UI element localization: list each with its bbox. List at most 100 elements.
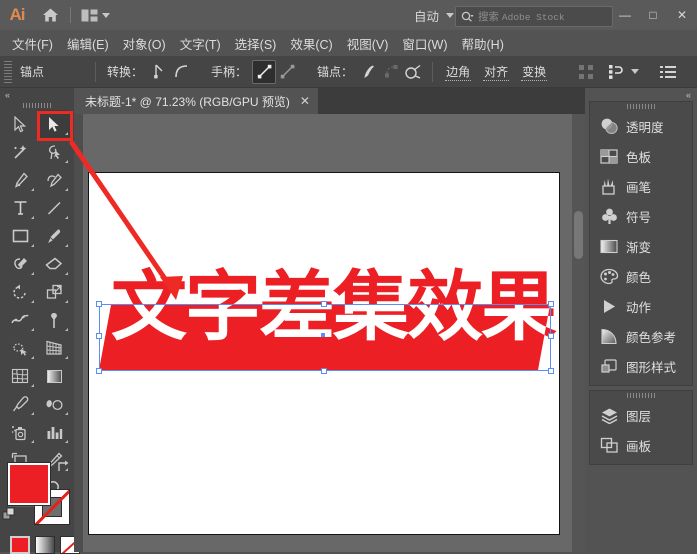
tool-lasso[interactable] [37, 138, 71, 166]
menu-window[interactable]: 窗口(W) [395, 31, 454, 56]
menu-file[interactable]: 文件(F) [5, 31, 60, 56]
panel-item-layers[interactable]: 图层 [590, 400, 692, 430]
transform-link[interactable]: 变换 [521, 63, 547, 81]
home-icon[interactable] [34, 0, 66, 30]
tool-gradient[interactable] [37, 362, 71, 390]
tool-pen[interactable] [3, 166, 37, 194]
brushes-icon [600, 177, 619, 196]
panel-item-label: 颜色参考 [626, 327, 676, 346]
selection-bounding-box[interactable] [99, 304, 551, 371]
document-tab-close-icon[interactable]: ✕ [300, 94, 310, 108]
panel-item-symbols[interactable]: 符号 [590, 201, 692, 231]
minimize-button[interactable]: — [611, 0, 639, 30]
tool-magic-wand[interactable] [3, 138, 37, 166]
tool-symbol-sprayer[interactable] [3, 418, 37, 446]
tool-mesh[interactable] [3, 362, 37, 390]
artwork-group[interactable]: 文字差集效果 文字差集效果 [89, 173, 559, 534]
panel-item-gradient[interactable]: 渐变 [590, 231, 692, 261]
selection-handle-br[interactable] [548, 368, 554, 374]
anchor-connect-icon[interactable] [380, 61, 402, 83]
maximize-button[interactable]: □ [639, 0, 667, 30]
panel-group-1-grip[interactable] [590, 102, 692, 111]
handle-label: 手柄： [206, 63, 252, 80]
menu-type[interactable]: 文字(T) [173, 31, 228, 56]
selection-handle-bl[interactable] [96, 368, 102, 374]
handle-hide-icon[interactable] [276, 61, 298, 83]
panel-item-color-guide[interactable]: 颜色参考 [590, 321, 692, 351]
control-bar-grip[interactable] [4, 61, 12, 83]
right-panel-dock: « 透明度 色板 画笔 符号 渐变 [585, 88, 697, 552]
menu-edit[interactable]: 编辑(E) [60, 31, 116, 56]
tool-rectangle[interactable] [3, 222, 37, 250]
tool-direct-selection[interactable] [37, 110, 71, 138]
selection-handle-tl[interactable] [96, 301, 102, 307]
panel-group-2-grip[interactable] [590, 391, 692, 400]
tool-width[interactable] [3, 306, 37, 334]
chevron-down-icon[interactable] [631, 69, 639, 74]
tool-perspective-grid[interactable] [37, 334, 71, 362]
arrange-objects-icon[interactable] [605, 61, 627, 83]
selection-handle-mr[interactable] [548, 333, 554, 339]
convert-to-corner-icon[interactable] [148, 61, 170, 83]
tool-eyedropper[interactable] [3, 390, 37, 418]
menu-effect[interactable]: 效果(C) [283, 31, 339, 56]
artboard[interactable]: 文字差集效果 文字差集效果 [88, 172, 560, 535]
panel-item-swatches[interactable]: 色板 [590, 141, 692, 171]
tool-eraser[interactable] [37, 250, 71, 278]
anchor-cut-icon[interactable] [402, 61, 424, 83]
selection-handle-tc[interactable] [321, 301, 327, 307]
panel-menu-icon[interactable] [657, 61, 679, 83]
convert-to-smooth-icon[interactable] [170, 61, 192, 83]
panel-grip[interactable] [0, 101, 74, 110]
selection-handle-ml[interactable] [96, 333, 102, 339]
align-grid-icon[interactable] [575, 61, 597, 83]
tool-selection[interactable] [3, 110, 37, 138]
handle-show-icon[interactable] [252, 60, 276, 84]
vertical-scroll-thumb[interactable] [574, 211, 583, 259]
expand-panels-icon[interactable]: « [585, 88, 697, 101]
tool-shape-builder[interactable] [3, 334, 37, 362]
panel-item-actions[interactable]: 动作 [590, 291, 692, 321]
tool-line-segment[interactable] [37, 194, 71, 222]
panel-item-graphic-styles[interactable]: 图形样式 [590, 351, 692, 381]
tool-rotate[interactable] [3, 278, 37, 306]
menu-view[interactable]: 视图(V) [340, 31, 396, 56]
tool-column-graph[interactable] [37, 418, 71, 446]
default-fill-stroke-icon[interactable] [2, 507, 18, 523]
panel-item-brushes[interactable]: 画笔 [590, 171, 692, 201]
tool-blend[interactable] [37, 390, 71, 418]
color-mode-button[interactable] [10, 536, 30, 554]
gradient-mode-button[interactable] [35, 536, 55, 554]
menu-object[interactable]: 对象(O) [116, 31, 173, 56]
search-input[interactable]: 搜索 Adobe Stock [455, 6, 613, 27]
selection-handle-tr[interactable] [548, 301, 554, 307]
canvas-area[interactable]: 文字差集效果 文字差集效果 [74, 114, 585, 552]
menu-select[interactable]: 选择(S) [228, 31, 284, 56]
tool-shaper[interactable] [3, 250, 37, 278]
panel-item-artboards[interactable]: 画板 [590, 430, 692, 460]
fill-swatch[interactable] [8, 463, 50, 505]
canvas-vertical-scrollbar[interactable] [572, 114, 585, 552]
document-tab[interactable]: 未标题-1* @ 71.23% (RGB/GPU 预览) ✕ [74, 88, 318, 114]
close-button[interactable]: ✕ [667, 0, 697, 30]
panel-item-transparency[interactable]: 透明度 [590, 111, 692, 141]
arrange-documents-button[interactable] [75, 0, 116, 30]
tool-flyout-indicator [31, 272, 34, 275]
align-link[interactable]: 对齐 [483, 63, 509, 81]
tool-free-transform[interactable] [37, 306, 71, 334]
tool-flyout-indicator [31, 188, 34, 191]
tool-scale[interactable] [37, 278, 71, 306]
corner-link[interactable]: 边角 [445, 63, 471, 81]
selection-handle-bc[interactable] [321, 368, 327, 374]
tool-curvature[interactable] [37, 166, 71, 194]
titlebar-divider [70, 7, 71, 23]
collapse-panel-icon[interactable]: « [0, 88, 74, 101]
tool-paintbrush[interactable] [37, 222, 71, 250]
panel-item-color[interactable]: 颜色 [590, 261, 692, 291]
anchor-remove-icon[interactable] [358, 61, 380, 83]
panel-item-label: 动作 [626, 297, 651, 316]
menu-help[interactable]: 帮助(H) [455, 31, 511, 56]
auto-mode-selector[interactable]: 自动 [414, 0, 454, 30]
swap-fill-stroke-icon[interactable] [56, 459, 70, 473]
tool-type[interactable] [3, 194, 37, 222]
